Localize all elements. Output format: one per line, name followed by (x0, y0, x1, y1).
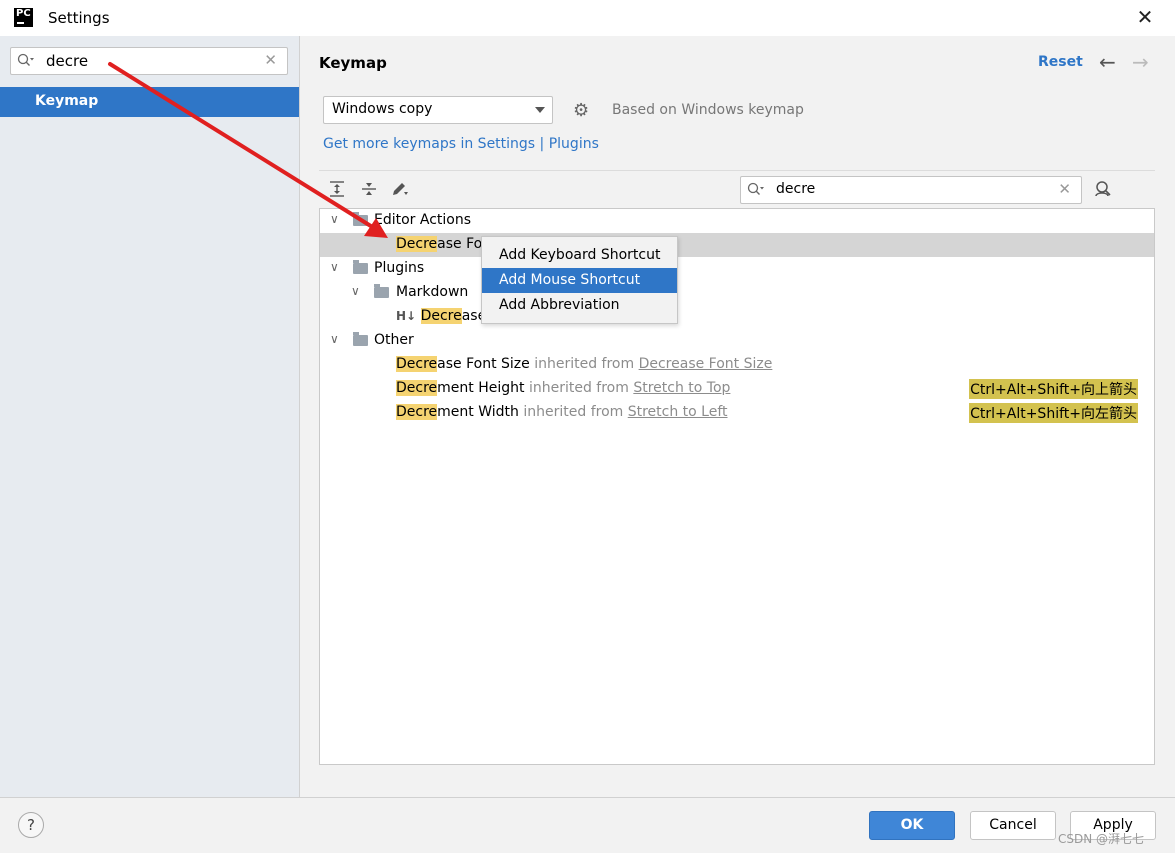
tree-row[interactable]: Decrement Width inherited from Stretch t… (320, 401, 1154, 425)
title-bar (0, 0, 1175, 36)
tree-node-plugins[interactable]: ∨ Plugins (320, 257, 1154, 281)
clear-icon[interactable]: ✕ (264, 51, 277, 69)
inherited-source: Stretch to Left (627, 404, 728, 420)
tree-node-label: Markdown (396, 284, 469, 300)
sidebar-item-keymap[interactable]: Keymap (0, 87, 299, 117)
folder-icon (353, 212, 368, 226)
folder-icon (353, 260, 368, 274)
inherited-label: inherited from (534, 356, 635, 372)
reset-link[interactable]: Reset (1038, 54, 1083, 70)
chevron-down-icon[interactable]: ∨ (351, 284, 360, 298)
folder-icon (353, 332, 368, 346)
markdown-icon: H↓ (396, 309, 417, 323)
settings-search-input[interactable]: decre ✕ (10, 47, 288, 75)
based-on-label: Based on Windows keymap (612, 102, 804, 118)
tree-row-selected[interactable]: Decrease Fo (320, 233, 1154, 257)
footer-divider (0, 797, 1175, 798)
keymap-tree[interactable]: ∨ Editor Actions Decrease Fo ∨ Plugins ∨… (319, 208, 1155, 765)
shortcut-badge: Ctrl+Alt+Shift+向上箭头 (969, 379, 1138, 399)
search-icon (747, 182, 764, 195)
keymap-search-input[interactable]: decre ✕ (740, 176, 1082, 204)
get-more-keymaps-link[interactable]: Get more keymaps in Settings | Plugins (323, 136, 599, 152)
tree-node-other[interactable]: ∨ Other (320, 329, 1154, 353)
keymap-select-value: Windows copy (332, 101, 433, 117)
settings-search-value: decre (46, 52, 89, 70)
action-label: ment Width (437, 404, 519, 420)
app-icon-text: PC (16, 8, 31, 19)
menu-item-label: Add Mouse Shortcut (499, 272, 641, 288)
action-label: ase Fo (437, 236, 483, 252)
keymap-search-value: decre (776, 181, 816, 197)
menu-item-add-abbreviation[interactable]: Add Abbreviation (482, 293, 677, 318)
find-by-shortcut-icon[interactable] (1094, 180, 1112, 203)
tree-row[interactable]: Decrement Height inherited from Stretch … (320, 377, 1154, 401)
collapse-all-icon[interactable] (361, 181, 377, 201)
match-highlight: Decre (396, 236, 438, 252)
separator (319, 170, 1155, 171)
ok-button[interactable]: OK (869, 811, 955, 840)
panel-divider (299, 36, 300, 797)
menu-item-add-keyboard-shortcut[interactable]: Add Keyboard Shortcut (482, 243, 677, 268)
tree-row[interactable]: H↓ Decrease (320, 305, 1154, 329)
tree-row[interactable]: Decrease Font Size inherited from Decrea… (320, 353, 1154, 377)
tree-node-label: Editor Actions (374, 212, 472, 228)
page-title: Keymap (319, 54, 387, 72)
close-icon[interactable]: ✕ (1135, 7, 1155, 27)
menu-item-label: Add Keyboard Shortcut (499, 247, 661, 263)
menu-item-add-mouse-shortcut[interactable]: Add Mouse Shortcut (482, 268, 677, 293)
forward-arrow-icon[interactable]: → (1132, 50, 1149, 74)
inherited-label: inherited from (528, 380, 629, 396)
expand-all-icon[interactable] (329, 181, 345, 201)
cancel-button[interactable]: Cancel (970, 811, 1056, 840)
search-icon (17, 53, 34, 66)
help-button[interactable]: ? (18, 812, 44, 838)
chevron-down-icon (535, 107, 545, 113)
folder-icon (374, 284, 389, 298)
inherited-label: inherited from (523, 404, 624, 420)
gear-icon[interactable]: ⚙ (573, 100, 589, 121)
clear-icon[interactable]: ✕ (1058, 180, 1071, 198)
keymap-select[interactable]: Windows copy (323, 96, 553, 124)
sidebar-item-label: Keymap (35, 93, 99, 109)
window-title: Settings (48, 9, 110, 27)
settings-sidebar (0, 36, 299, 797)
chevron-down-icon[interactable]: ∨ (330, 212, 339, 226)
context-menu: Add Keyboard Shortcut Add Mouse Shortcut… (481, 236, 678, 324)
match-highlight: Decre (396, 380, 438, 396)
match-highlight: Decre (420, 308, 462, 324)
match-highlight: Decre (396, 404, 438, 420)
action-label: ase Font Size (437, 356, 530, 372)
shortcut-badge: Ctrl+Alt+Shift+向左箭头 (969, 403, 1138, 423)
chevron-down-icon[interactable]: ∨ (330, 332, 339, 346)
inherited-source: Decrease Font Size (638, 356, 773, 372)
tree-node-label: Plugins (374, 260, 425, 276)
pycharm-app-icon: PC (14, 8, 33, 27)
chevron-down-icon[interactable]: ∨ (330, 260, 339, 274)
edit-icon[interactable] (391, 181, 409, 201)
tree-node-markdown[interactable]: ∨ Markdown (320, 281, 1154, 305)
tree-node-label: Other (374, 332, 414, 348)
tree-node-editor-actions[interactable]: ∨ Editor Actions (320, 209, 1154, 233)
action-label: ment Height (437, 380, 525, 396)
menu-item-label: Add Abbreviation (499, 297, 620, 313)
inherited-source: Stretch to Top (633, 380, 731, 396)
watermark: CSDN @湃七七 (1058, 832, 1145, 846)
back-arrow-icon[interactable]: ← (1099, 50, 1116, 74)
match-highlight: Decre (396, 356, 438, 372)
